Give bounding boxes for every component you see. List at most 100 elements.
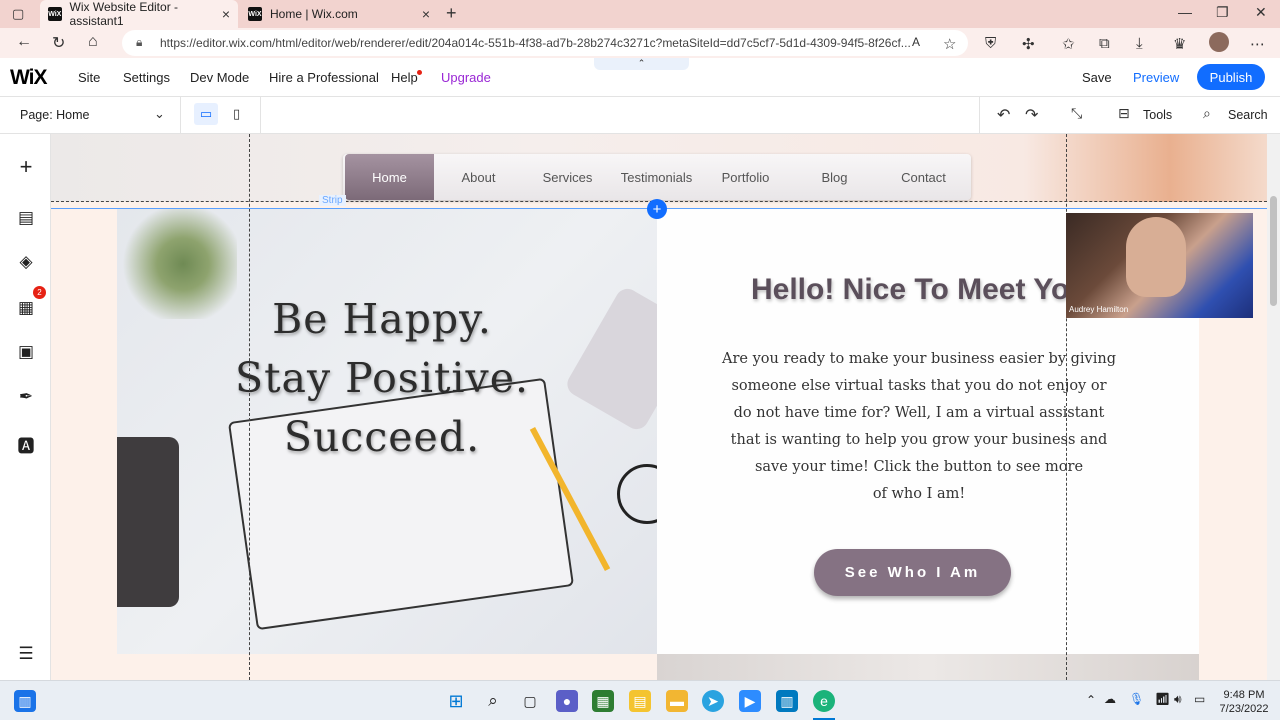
home-icon[interactable]: ⌂ — [88, 33, 98, 51]
wifi-icon[interactable]: 📶︎ — [1155, 692, 1170, 706]
mobile-view-icon[interactable]: ▯ — [233, 106, 240, 122]
collections-icon[interactable]: ⧉ — [1099, 35, 1110, 52]
hero-image-section[interactable]: Be Happy. Stay Positive. Succeed. — [117, 209, 657, 654]
zoom-out-icon[interactable]: ⤡ — [1071, 105, 1082, 122]
more-options-icon[interactable]: ⋯ — [1250, 35, 1265, 53]
see-who-i-am-button[interactable]: See Who I Am — [814, 549, 1011, 596]
add-elements-icon[interactable]: + — [15, 154, 37, 180]
intro-paragraph-line: someone else virtual tasks that you do n… — [731, 378, 1107, 394]
zoom-icon[interactable]: ▶ — [739, 690, 761, 712]
edge-browser-icon[interactable]: e — [813, 690, 835, 712]
system-clock[interactable]: 9:48 PM 7/23/2022 — [1214, 688, 1274, 716]
tab-wix-editor[interactable]: WiX Wix Website Editor - assistant1 × — [40, 0, 238, 28]
intro-heading[interactable]: Hello! Nice To Meet You — [751, 273, 1088, 307]
file-explorer-icon[interactable]: ▬ — [666, 690, 688, 712]
tab-home-wix[interactable]: WiX Home | Wix.com × — [240, 0, 438, 28]
store-icon[interactable]: ▤ — [629, 690, 651, 712]
chevron-down-icon[interactable]: ⌄ — [154, 106, 165, 122]
menu-site[interactable]: Site — [78, 70, 100, 85]
tools-icon[interactable]: ⊟ — [1118, 105, 1130, 122]
page-selector[interactable]: Page: Home — [20, 108, 89, 122]
tab-actions-icon[interactable]: ▢ — [12, 6, 24, 22]
search-button[interactable]: Search — [1228, 108, 1268, 122]
canvas-scrollbar[interactable] — [1267, 134, 1280, 680]
clock-time: 9:48 PM — [1223, 689, 1265, 701]
menu-help[interactable]: Help — [391, 70, 418, 85]
save-button[interactable]: Save — [1082, 70, 1112, 85]
close-icon[interactable]: × — [422, 6, 430, 22]
back-icon[interactable]: ← — [16, 33, 32, 51]
nav-blog[interactable]: Blog — [790, 154, 879, 200]
collapse-toolbar-icon[interactable]: ⌃ — [594, 58, 689, 70]
add-section-button[interactable]: + — [647, 199, 667, 219]
refresh-icon[interactable]: ↻ — [52, 33, 65, 53]
tools-button[interactable]: Tools — [1143, 108, 1172, 122]
extensions-icon[interactable]: ♛ — [1173, 35, 1186, 53]
shield-extension-icon[interactable]: ⛨ — [985, 35, 996, 52]
read-aloud-icon[interactable]: A — [912, 35, 920, 49]
wix-top-bar: WiX Site Settings Dev Mode Hire a Profes… — [0, 58, 1280, 97]
battery-icon[interactable]: ▭ — [1194, 692, 1205, 706]
calculator-icon[interactable]: ▦ — [592, 690, 614, 712]
task-view-icon[interactable]: ▢ — [519, 690, 541, 712]
nav-about[interactable]: About — [434, 154, 523, 200]
lock-icon: 🔒︎ — [136, 35, 143, 49]
nav-testimonials[interactable]: Testimonials — [612, 154, 701, 200]
wix-favicon-icon: WiX — [48, 7, 62, 21]
url-field[interactable]: 🔒︎ https://editor.wix.com/html/editor/we… — [122, 30, 968, 56]
menu-settings[interactable]: Settings — [123, 70, 170, 85]
intro-paragraph-line: that is wanting to help you grow your bu… — [730, 432, 1108, 448]
favorites-icon[interactable]: ✩ — [1062, 35, 1075, 53]
undo-icon[interactable]: ↶ — [997, 105, 1010, 125]
telegram-icon[interactable]: ➤ — [702, 690, 724, 712]
maximize-icon[interactable]: ❐ — [1216, 4, 1229, 21]
windows-start-icon[interactable]: ⊞ — [445, 690, 467, 712]
minimize-icon[interactable]: — — [1178, 4, 1192, 20]
menu-upgrade[interactable]: Upgrade — [441, 70, 491, 85]
favorite-add-icon[interactable]: ☆ — [943, 35, 956, 53]
preview-button[interactable]: Preview — [1133, 70, 1179, 85]
close-icon[interactable]: × — [222, 6, 230, 22]
app-market-icon[interactable]: 🅰︎ — [15, 432, 37, 457]
profile-avatar[interactable] — [1209, 32, 1229, 52]
widgets-icon[interactable]: ▥ — [14, 690, 36, 712]
menu-dev-mode[interactable]: Dev Mode — [190, 70, 249, 85]
chevron-up-icon[interactable]: ⌃ — [1086, 693, 1096, 707]
url-text: https://editor.wix.com/html/editor/web/r… — [160, 36, 911, 50]
blog-pen-icon[interactable]: ✒ — [15, 387, 37, 407]
new-tab-icon[interactable]: + — [446, 3, 457, 24]
window-close-icon[interactable]: ✕ — [1255, 4, 1267, 21]
nav-home[interactable]: Home — [345, 154, 434, 200]
left-tool-rail: + ▤ ◈ ▦ 2 ▣ ✒ 🅰︎ ☰ — [0, 134, 51, 680]
onedrive-icon[interactable]: ☁ — [1104, 692, 1116, 706]
desktop-view-icon[interactable]: ▭ — [194, 103, 218, 125]
search-icon[interactable]: ⌕ — [482, 690, 504, 712]
phone-decoration — [117, 437, 179, 607]
trello-icon[interactable]: ▥ — [776, 690, 798, 712]
apps-icon[interactable]: ▦ — [15, 298, 37, 318]
quote-line-2: Stay Positive. — [234, 354, 529, 402]
layers-icon[interactable]: ☰ — [15, 644, 37, 664]
menu-hire-professional[interactable]: Hire a Professional — [269, 70, 379, 85]
publish-button[interactable]: Publish — [1197, 64, 1265, 90]
nav-portfolio[interactable]: Portfolio — [701, 154, 790, 200]
nav-services[interactable]: Services — [523, 154, 612, 200]
scrollbar-thumb[interactable] — [1270, 196, 1277, 306]
microphone-icon[interactable]: 🎙︎ — [1129, 692, 1144, 706]
strip-label[interactable]: Strip — [319, 195, 346, 206]
wix-favicon-icon: WiX — [248, 7, 262, 21]
download-icon[interactable]: ⤓ — [1136, 35, 1143, 52]
media-icon[interactable]: ▣ — [15, 342, 37, 362]
nav-contact[interactable]: Contact — [879, 154, 968, 200]
chat-icon[interactable]: ● — [556, 690, 578, 712]
redo-icon[interactable]: ↷ — [1025, 105, 1038, 125]
design-icon[interactable]: ◈ — [15, 252, 37, 272]
pages-icon[interactable]: ▤ — [15, 208, 37, 228]
search-icon[interactable]: ⌕ — [1203, 105, 1211, 122]
volume-icon[interactable]: 🔊︎ — [1174, 692, 1182, 707]
tab-title: Wix Website Editor - assistant1 — [69, 0, 179, 28]
site-nav-menu[interactable]: Home About Services Testimonials Portfol… — [343, 154, 971, 200]
address-bar-row: ← ↻ ⌂ 🔒︎ https://editor.wix.com/html/edi… — [0, 28, 1280, 58]
presenter-name: Audrey Hamilton — [1069, 305, 1129, 314]
puzzle-extension-icon[interactable]: ✣ — [1022, 35, 1035, 53]
